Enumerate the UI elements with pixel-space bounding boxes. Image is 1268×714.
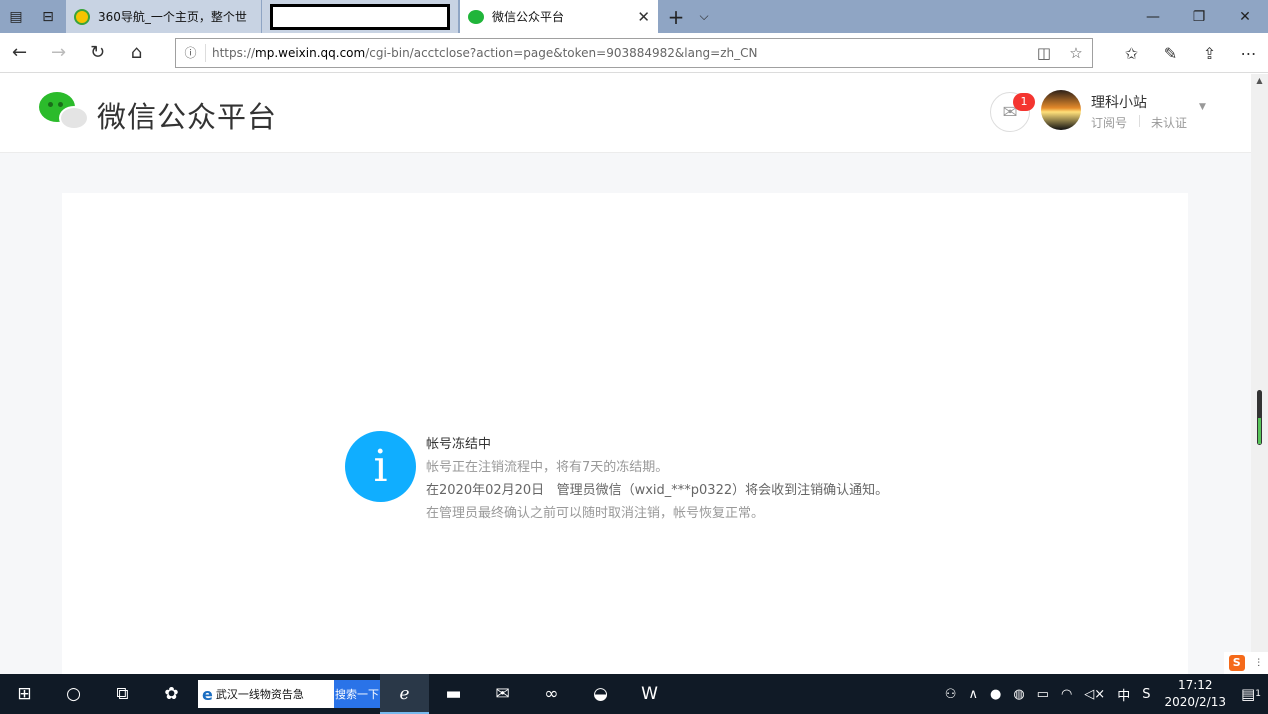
file-explorer-icon[interactable]: ▬ [429, 674, 478, 714]
window-controls: — ❐ ✕ [1130, 0, 1268, 33]
favorites-list-icon[interactable]: ✩ [1112, 33, 1151, 73]
ie-icon: e [202, 684, 213, 704]
set-aside-tabs-icon[interactable]: ⊟ [32, 0, 64, 33]
account-type: 订阅号 [1091, 116, 1128, 130]
scroll-up-icon[interactable]: ▲ [1251, 74, 1268, 88]
tab-360-nav[interactable]: 360导航_一个主页，整个世 [66, 0, 262, 33]
freeze-notice: 帐号冻结中 帐号正在注销流程中，将有7天的冻结期。 在2020年02月20日 管… [426, 433, 888, 525]
action-center-count: 1 [1255, 689, 1261, 699]
forward-icon[interactable]: → [39, 33, 78, 73]
ime-mode[interactable]: 中 [1111, 685, 1136, 704]
page-content: 微信公众平台 ✉ 1 理科小站 订阅号 未认证 ▼ i 帐号冻结中 帐号正在注销… [0, 74, 1251, 674]
favorite-star-icon[interactable]: ☆ [1060, 44, 1092, 62]
home-icon[interactable]: ⌂ [117, 33, 156, 73]
windows-taskbar: ⊞ ○ ⧉ ✿ e 武汉一线物资告急 搜索一下 ℯ ▬ ✉ ∞ ◒ W ⚇ ∧ … [0, 674, 1268, 714]
site-title[interactable]: 微信公众平台 [97, 94, 277, 136]
wechat-favicon-icon [468, 9, 484, 24]
tab-title: 微信公众平台 [492, 10, 565, 24]
account-name[interactable]: 理科小站 [1091, 92, 1147, 112]
vertical-scrollbar[interactable]: ▲ [1251, 74, 1268, 674]
chevron-down-icon[interactable]: ⌵ [694, 9, 714, 24]
new-tab-icon[interactable]: + [658, 5, 694, 29]
search-query: 武汉一线物资告急 [215, 688, 304, 701]
url-text[interactable]: https://mp.weixin.qq.com/cgi-bin/acctclo… [206, 46, 1028, 60]
site-info-icon[interactable]: ⓘ [176, 44, 206, 62]
wechat-logo-icon[interactable] [39, 92, 91, 134]
app-pinwheel-icon[interactable]: ✿ [147, 674, 196, 714]
task-view-icon[interactable]: ⧉ [98, 674, 147, 714]
browser-tab-bar: ▤ ⊟ 360导航_一个主页，整个世 微信公众平台 ✕ + ⌵ — ❐ ✕ [0, 0, 1268, 33]
chat-tray-icon[interactable]: ◍ [1007, 687, 1030, 702]
more-menu-icon[interactable]: ⋯ [1229, 33, 1268, 73]
word-icon[interactable]: W [625, 674, 674, 714]
notice-date: 2020年02月20日 [439, 483, 545, 498]
baidu-netdisk-icon[interactable]: ∞ [527, 674, 576, 714]
show-hidden-icons-icon[interactable]: ∧ [962, 687, 984, 702]
system-clock[interactable]: 17:12 2020/2/13 [1156, 677, 1234, 711]
volume-muted-icon[interactable]: ◁× [1078, 687, 1111, 702]
ime-menu-icon[interactable]: ⋮ [1254, 658, 1263, 668]
notice-card: i 帐号冻结中 帐号正在注销流程中，将有7天的冻结期。 在2020年02月20日… [62, 193, 1188, 674]
action-center-icon[interactable]: ▤ 1 [1234, 674, 1268, 714]
avatar[interactable] [1041, 90, 1081, 130]
notice-line-2-rest: 管理员微信（wxid_***p0322）将会收到注销确认通知。 [556, 483, 889, 498]
close-tab-icon[interactable]: ✕ [631, 8, 650, 26]
reading-view-icon[interactable]: ◫ [1028, 44, 1060, 62]
unread-badge: 1 [1013, 93, 1035, 111]
minimize-icon[interactable]: — [1130, 0, 1176, 33]
redacted-tab-title [270, 3, 450, 30]
photos-app-icon[interactable]: ◒ [576, 674, 625, 714]
url-scheme: https:// [212, 46, 256, 60]
restore-icon[interactable]: ❐ [1176, 0, 1222, 33]
pen-icon[interactable]: ✎ [1151, 33, 1190, 73]
share-icon[interactable]: ⇪ [1190, 33, 1229, 73]
edge-icon[interactable]: ℯ [380, 674, 429, 714]
address-bar[interactable]: ⓘ https://mp.weixin.qq.com/cgi-bin/acctc… [175, 38, 1093, 68]
site-header: 微信公众平台 ✉ 1 理科小站 订阅号 未认证 ▼ [0, 74, 1251, 153]
battery-icon[interactable]: ▭ [1031, 687, 1055, 702]
url-host: mp.weixin.qq.com [255, 46, 366, 60]
mail-app-icon[interactable]: ✉ [478, 674, 527, 714]
notice-line-3: 在管理员最终确认之前可以随时取消注销，帐号恢复正常。 [426, 506, 765, 521]
sogou-icon[interactable]: S [1228, 655, 1245, 671]
notice-line-2-prefix: 在 [426, 483, 440, 498]
system-tray: ⚇ ∧ ● ◍ ▭ ◠ ◁× 中 S 17:12 2020/2/13 ▤ 1 [939, 674, 1268, 714]
tab-redacted[interactable] [262, 0, 458, 33]
cortana-icon[interactable]: ○ [49, 674, 98, 714]
tab-actions-icon[interactable]: ▤ [0, 0, 32, 33]
browser-tools: ✩ ✎ ⇪ ⋯ [1112, 33, 1268, 73]
account-status: 未认证 [1151, 116, 1188, 130]
notification-bell-icon[interactable]: ● [984, 687, 1007, 702]
windows-start-icon[interactable]: ⊞ [0, 674, 49, 714]
taskbar-search-button[interactable]: 搜索一下 [334, 680, 380, 708]
ime-float-toolbar[interactable]: S ⋮ [1224, 652, 1268, 674]
caret-down-icon[interactable]: ▼ [1199, 102, 1206, 112]
browser-toolbar: ← → ↻ ⌂ ⓘ https://mp.weixin.qq.com/cgi-b… [0, 33, 1268, 73]
refresh-icon[interactable]: ↻ [78, 33, 117, 73]
clock-date: 2020/2/13 [1164, 695, 1226, 709]
info-icon: i [345, 431, 416, 502]
url-path: /cgi-bin/acctclose?action=page&token=903… [365, 46, 758, 60]
sogou-tray-icon[interactable]: S [1136, 687, 1156, 702]
close-window-icon[interactable]: ✕ [1222, 0, 1268, 33]
tab-weixin-mp[interactable]: 微信公众平台 ✕ [460, 0, 658, 33]
taskbar-search-input[interactable]: e 武汉一线物资告急 [198, 680, 334, 708]
tab-title: 360导航_一个主页，整个世 [98, 10, 247, 24]
divider [1139, 115, 1140, 127]
clock-time: 17:12 [1177, 678, 1213, 692]
notice-title: 帐号冻结中 [426, 437, 492, 452]
back-icon[interactable]: ← [0, 33, 39, 73]
notice-line-2: 在2020年02月20日 管理员微信（wxid_***p0322）将会收到注销确… [426, 479, 888, 502]
notice-line-1: 帐号正在注销流程中，将有7天的冻结期。 [426, 460, 669, 475]
360-favicon-icon [74, 8, 90, 25]
scrollbar-thumb[interactable] [1257, 390, 1262, 445]
wifi-icon[interactable]: ◠ [1055, 687, 1078, 702]
people-icon[interactable]: ⚇ [939, 687, 963, 702]
